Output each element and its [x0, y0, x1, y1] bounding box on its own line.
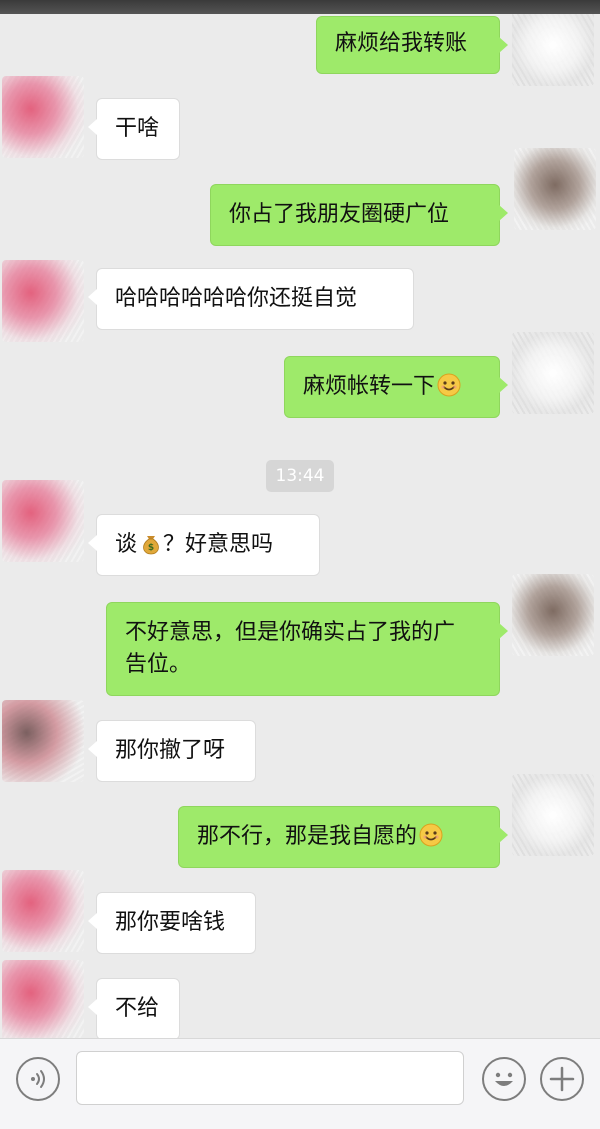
my-avatar[interactable] [512, 332, 594, 414]
smile-emoji [419, 823, 443, 847]
contact-avatar[interactable] [2, 960, 84, 1038]
message-bubble-received[interactable]: 那你要啥钱 [88, 892, 256, 954]
message-text: 谈 [115, 532, 138, 557]
my-avatar[interactable] [514, 148, 596, 230]
message-text: 不好意思，但是你确实占了我的广告位。 [125, 620, 456, 677]
status-bar [0, 0, 600, 14]
message-bubble-sent[interactable]: 麻烦给我转账 [316, 16, 508, 74]
message-bubble-sent[interactable]: 麻烦帐转一下 [284, 356, 508, 418]
contact-avatar[interactable] [2, 260, 84, 342]
emoji-button[interactable] [482, 1057, 526, 1101]
message-text: 那你要啥钱 [115, 910, 226, 935]
message-bubble-received[interactable]: 那你撤了呀 [88, 720, 256, 782]
message-bubble-received[interactable]: 谈 $ ？好意思吗 [88, 514, 320, 576]
plus-icon [549, 1066, 575, 1092]
message-text: 哈哈哈哈哈哈你还挺自觉 [115, 286, 358, 311]
message-text: 干啥 [115, 116, 160, 141]
message-bubble-received[interactable]: 哈哈哈哈哈哈你还挺自觉 [88, 268, 414, 330]
my-avatar[interactable] [512, 14, 594, 86]
contact-avatar[interactable] [2, 76, 84, 158]
contact-avatar[interactable] [2, 700, 84, 782]
message-text: ？好意思吗 [163, 532, 274, 557]
time-separator: 13:44 [266, 460, 334, 492]
my-avatar[interactable] [512, 774, 594, 856]
message-text: 不给 [115, 996, 160, 1021]
message-text: 麻烦帐转一下 [303, 374, 436, 399]
svg-text:$: $ [148, 543, 154, 553]
message-text: 那不行，那是我自愿的 [197, 824, 418, 849]
smile-emoji [437, 373, 461, 397]
money-bag-emoji: $ [143, 536, 159, 555]
message-input[interactable] [76, 1051, 464, 1105]
chat-input-bar [0, 1038, 600, 1129]
message-text: 你占了我朋友圈硬广位 [229, 202, 450, 227]
message-bubble-sent[interactable]: 你占了我朋友圈硬广位 [210, 184, 508, 246]
message-text: 那你撤了呀 [115, 738, 226, 763]
contact-avatar[interactable] [2, 870, 84, 952]
my-avatar[interactable] [512, 574, 594, 656]
message-text: 麻烦给我转账 [335, 31, 468, 56]
voice-button[interactable] [16, 1057, 60, 1101]
more-button[interactable] [540, 1057, 584, 1101]
voice-icon [31, 1070, 45, 1088]
contact-avatar[interactable] [2, 480, 84, 562]
message-bubble-received[interactable]: 不给 [88, 978, 180, 1038]
message-bubble-received[interactable]: 干啥 [88, 98, 180, 160]
message-bubble-sent[interactable]: 不好意思，但是你确实占了我的广告位。 [106, 602, 508, 696]
message-bubble-sent[interactable]: 那不行，那是我自愿的 [178, 806, 508, 868]
emoji-face-icon [495, 1072, 513, 1086]
chat-history[interactable]: 麻烦给我转账 干啥 你占了我朋友圈硬广位 哈哈哈哈哈哈你还挺自觉 麻烦帐转一下 … [0, 14, 600, 1038]
